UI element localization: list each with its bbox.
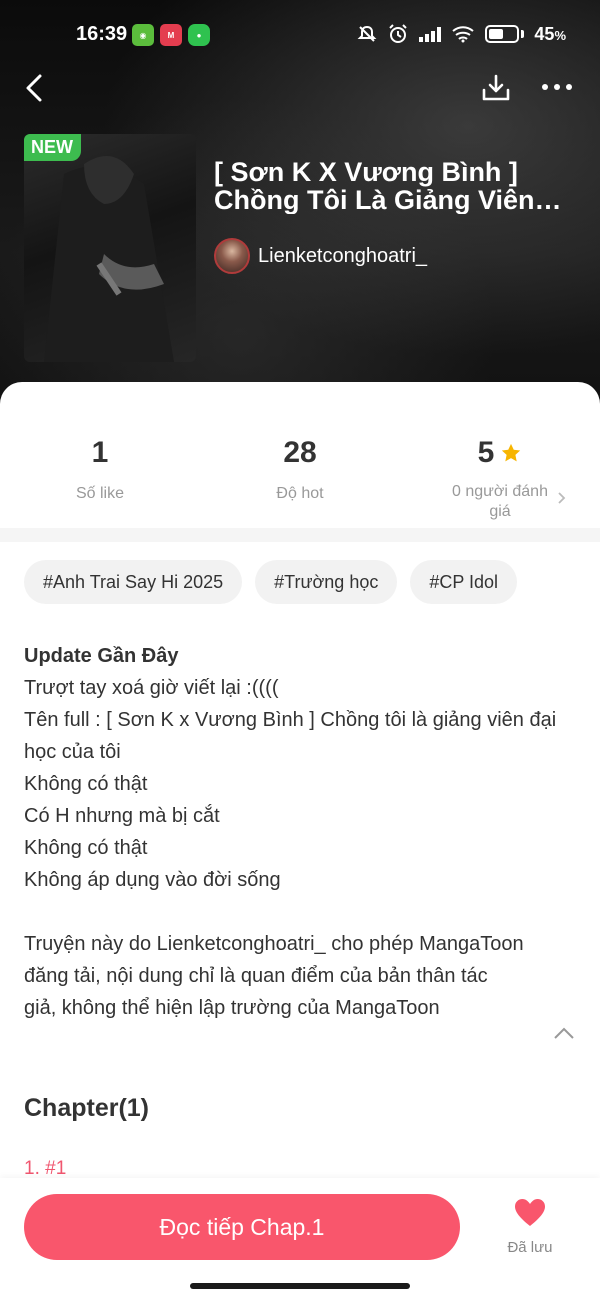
tag-chip[interactable]: #CP Idol xyxy=(410,560,518,604)
back-icon[interactable] xyxy=(20,70,48,106)
home-indicator[interactable] xyxy=(190,1283,410,1289)
rating-count-label: 0 người đánh giá xyxy=(452,483,548,520)
description-line: Tên full : [ Sơn K x Vương Bình ] Chồng … xyxy=(24,709,557,763)
messages-app-icon: ● xyxy=(188,24,210,46)
star-icon xyxy=(502,443,521,462)
author-row[interactable]: Lienketconghoatri_ xyxy=(214,238,427,274)
chapters-heading: Chapter(1) xyxy=(24,1094,150,1122)
battery-cap xyxy=(521,30,525,38)
mute-icon xyxy=(357,25,377,42)
stats-row: 1 Số like 28 Độ hot 5 0 người đánh giá xyxy=(0,382,600,528)
header-banner: 16:39 ◉ M ● 45% NEW [ Sơn K X Vương Bình… xyxy=(0,0,600,420)
story-title: [ Sơn K X Vương Bình ] Chồng Tôi Là Giản… xyxy=(214,158,535,214)
saved-label: Đã lưu xyxy=(507,1239,553,1256)
description-line: Không có thật xyxy=(24,773,148,795)
more-options-icon[interactable] xyxy=(540,76,574,98)
description: Update Gần Đây Trượt tay xoá giờ viết lạ… xyxy=(24,640,564,1024)
signal-icon xyxy=(419,26,442,42)
stat-rating[interactable]: 5 0 người đánh giá xyxy=(400,434,600,522)
description-heading: Update Gần Đây xyxy=(24,645,179,667)
tag-chip[interactable]: #Trường học xyxy=(255,560,398,604)
stat-likes: 1 Số like xyxy=(0,434,200,504)
rating-score: 5 xyxy=(477,436,495,469)
mangatoon-app-icon: M xyxy=(160,24,182,46)
author-name[interactable]: Lienketconghoatri_ xyxy=(258,245,427,268)
likes-count: 1 xyxy=(91,436,109,469)
saved-button[interactable]: Đã lưu xyxy=(500,1198,560,1256)
status-indicators: 45% xyxy=(357,23,566,45)
battery-level: 45% xyxy=(534,23,566,44)
cover-image[interactable]: NEW xyxy=(24,134,196,362)
hot-label: Độ hot xyxy=(276,485,324,502)
author-avatar[interactable] xyxy=(214,238,250,274)
copyright-disclaimer: Truyện này do Lienketconghoatri_ cho phé… xyxy=(24,933,524,1019)
stat-hot: 28 Độ hot xyxy=(200,434,400,504)
rating-value-row: 5 xyxy=(400,434,600,472)
gesture-bar-area xyxy=(0,1278,600,1300)
details-sheet: 1 Số like 28 Độ hot 5 0 người đánh giá #… xyxy=(0,382,600,1300)
description-line: Có H nhưng mà bị cắt xyxy=(24,805,220,827)
description-line: Không áp dụng vào đời sống xyxy=(24,869,281,891)
status-time: 16:39 xyxy=(76,23,128,45)
tag-chip[interactable]: #Anh Trai Say Hi 2025 xyxy=(24,560,243,604)
tag-list: #Anh Trai Say Hi 2025 #Trường học #CP Id… xyxy=(24,560,518,604)
section-divider xyxy=(0,528,600,542)
status-bar: 16:39 ◉ M ● 45% xyxy=(0,0,600,70)
top-toolbar xyxy=(0,70,600,110)
description-line: Trượt tay xoá giờ viết lại :(((( xyxy=(24,677,279,699)
heart-icon xyxy=(515,1199,545,1226)
chevron-up-icon[interactable] xyxy=(552,1024,576,1044)
likes-label: Số like xyxy=(75,485,125,502)
battery-icon xyxy=(485,25,520,43)
alarm-icon xyxy=(389,24,408,43)
chevron-right-icon[interactable] xyxy=(556,490,568,506)
duolingo-app-icon: ◉ xyxy=(132,24,154,46)
download-icon[interactable] xyxy=(480,72,512,104)
wifi-icon xyxy=(452,26,475,43)
new-badge: NEW xyxy=(24,134,81,161)
description-line: Không có thật xyxy=(24,837,148,859)
bottom-action-bar: Đọc tiếp Chap.1 Đã lưu xyxy=(0,1178,600,1278)
hot-count: 28 xyxy=(283,436,317,469)
cover-artwork xyxy=(44,156,174,362)
continue-reading-button[interactable]: Đọc tiếp Chap.1 xyxy=(24,1194,460,1260)
chapter-list-item[interactable]: 1. #1 xyxy=(24,1158,66,1180)
